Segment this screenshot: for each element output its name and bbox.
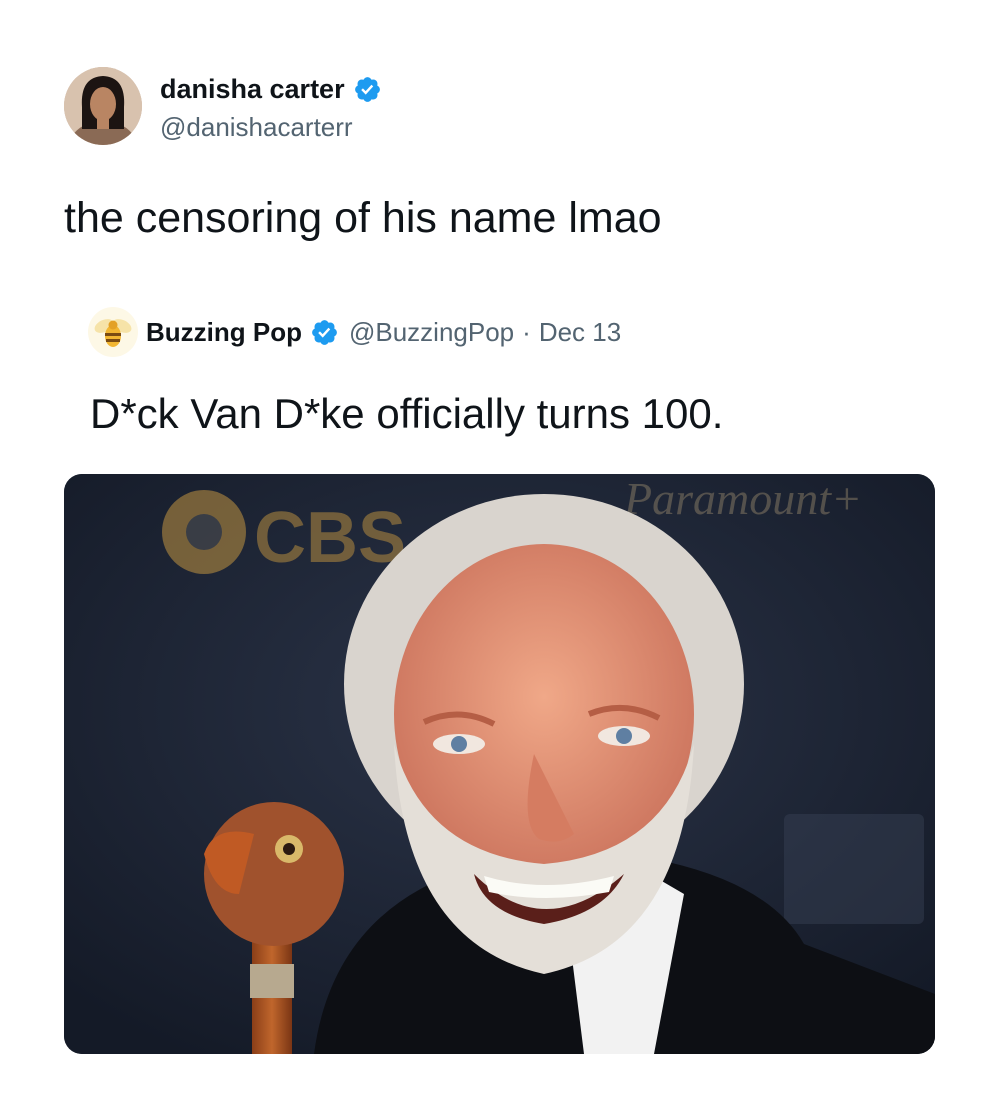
man-with-cane-photo-icon: CBS Paramount+ — [64, 474, 935, 1054]
backdrop-logo-cbs: CBS — [254, 498, 406, 578]
quoted-tweet-photo[interactable]: CBS Paramount+ — [64, 474, 935, 1054]
quoted-date[interactable]: Dec 13 — [539, 317, 621, 348]
quoted-separator: · — [522, 316, 531, 347]
author-handle[interactable]: @danishacarterr — [160, 112, 382, 143]
tweet-text: the censoring of his name lmao — [64, 194, 662, 242]
quoted-tweet-text: D*ck Van D*ke officially turns 100. — [90, 390, 724, 437]
quoted-tweet-header[interactable]: Buzzing Pop @BuzzingPop · Dec 13 — [88, 306, 621, 358]
author-display-name[interactable]: danisha carter — [160, 74, 345, 105]
bee-icon — [94, 319, 132, 347]
backdrop-logo-paramount: Paramount+ — [623, 474, 862, 524]
verified-badge-icon — [354, 77, 380, 102]
quoted-avatar[interactable] — [88, 307, 138, 357]
profile-photo-icon — [64, 67, 142, 145]
verified-badge-icon — [312, 319, 337, 345]
quoted-handle[interactable]: @BuzzingPop — [349, 317, 514, 348]
tweet-author: danisha carter @danishacarterr — [64, 67, 382, 145]
tweet-card: danisha carter @danishacarterr the censo… — [0, 0, 996, 1118]
quoted-display-name[interactable]: Buzzing Pop — [146, 317, 302, 348]
author-avatar[interactable] — [64, 67, 142, 145]
